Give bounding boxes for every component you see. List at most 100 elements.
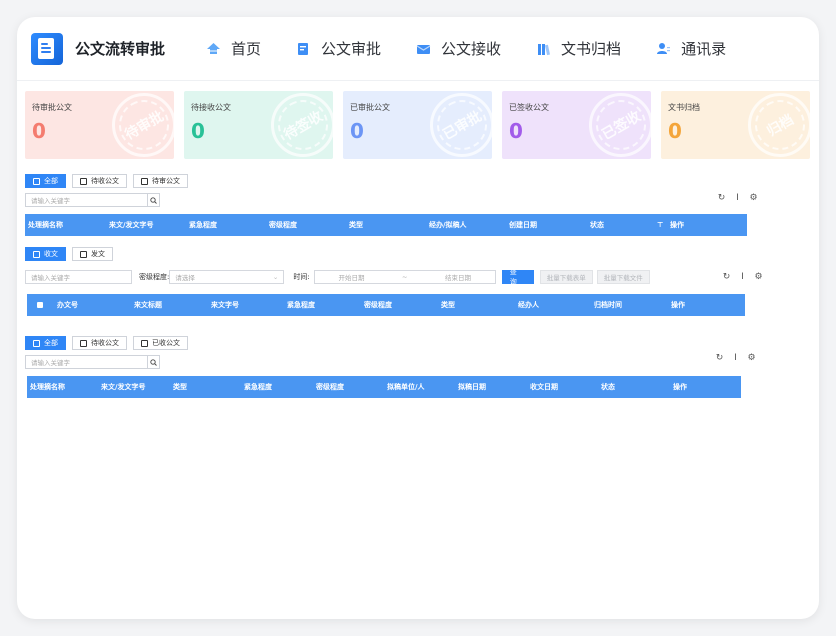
- stat-cards: 待审批公文 0 待审批 待接收公文 0 待签收 已审批公文 0 已审批 已签收公…: [25, 91, 811, 159]
- column-height-icon[interactable]: I: [738, 272, 747, 282]
- tab-pending-receive[interactable]: 待收公文: [72, 336, 127, 350]
- search-button[interactable]: [147, 355, 160, 369]
- refresh-icon[interactable]: ↻: [717, 193, 726, 203]
- filter-icon[interactable]: ⊤: [657, 221, 663, 229]
- column-header: 来文字号: [211, 301, 239, 309]
- keyword-input[interactable]: 请输入关键字: [25, 270, 132, 284]
- nav-archive[interactable]: 文书归档: [535, 38, 621, 59]
- tab-incoming[interactable]: 收文: [25, 247, 66, 261]
- batch-download-file-button[interactable]: 批量下载文件: [596, 270, 650, 284]
- document-icon: [295, 41, 311, 57]
- search-input[interactable]: 请输入关键字: [25, 193, 147, 207]
- contacts-icon: [655, 41, 671, 57]
- tab-all[interactable]: 全部: [25, 174, 66, 188]
- app-window: 公文流转审批 首页 公文审批 公文接收 文书归档 通讯录 待审批公文 0 待审批…: [17, 17, 819, 619]
- stat-card-signed[interactable]: 已签收公文 0 已签收: [502, 91, 651, 159]
- column-header: 收文日期: [530, 383, 558, 391]
- stat-card-archive[interactable]: 文书归档 0 归档: [661, 91, 810, 159]
- tab-icon: [33, 339, 40, 347]
- receive-section: 全部 待收公文 已收公文 请输入关键字 ↻ I ⚙ 处理摘名称 来文/发文字号 …: [25, 336, 811, 398]
- query-button[interactable]: 查 询: [501, 268, 534, 286]
- nav-label: 首页: [231, 40, 262, 58]
- nav-approval[interactable]: 公文审批: [295, 38, 381, 59]
- stat-card-pending-receive[interactable]: 待接收公文 0 待签收: [184, 91, 333, 159]
- column-header: 拟稿单位/人: [387, 383, 425, 391]
- column-header: 经办人: [518, 301, 539, 309]
- search-icon: [150, 358, 157, 366]
- column-header: 类型: [349, 221, 363, 229]
- search-icon: [150, 196, 157, 204]
- secret-level-label: 密级程度:: [139, 273, 170, 281]
- tab-icon: [80, 339, 87, 347]
- column-header: 密级程度: [364, 301, 392, 309]
- tab-received[interactable]: 已收公文: [133, 336, 188, 350]
- app-logo-icon: [31, 32, 63, 65]
- column-header: 办文号: [57, 301, 78, 309]
- inbox-icon: [415, 41, 431, 57]
- column-header: 紧急程度: [189, 221, 217, 229]
- approval-table-header: 处理摘名称 来文/发文字号 紧急程度 密级程度 类型 经办/拟稿人 创建日期 状…: [25, 214, 747, 236]
- settings-icon[interactable]: ⚙: [747, 353, 756, 363]
- column-header: 拟稿日期: [458, 383, 486, 391]
- stamp-icon: 待签收: [268, 91, 333, 159]
- tab-pending-approval[interactable]: 待审公文: [133, 174, 188, 188]
- column-header: 来文/发文字号: [101, 383, 146, 391]
- table-tools: ↻ I ⚙: [715, 272, 763, 282]
- table-tools: ↻ I ⚙: [710, 193, 758, 203]
- tab-icon: [80, 177, 87, 185]
- column-header: 密级程度: [269, 221, 297, 229]
- receive-search: 请输入关键字: [25, 355, 811, 369]
- column-header: 处理摘名称: [28, 221, 63, 229]
- secret-level-select[interactable]: 请选择 ⌄: [169, 270, 285, 284]
- tab-outgoing[interactable]: 发文: [72, 247, 113, 261]
- main-nav: 首页 公文审批 公文接收 文书归档 通讯录: [205, 38, 760, 59]
- archive-section: 收文 发文 请输入关键字 密级程度: 请选择 ⌄ 时间: 开始日期 ~ 结束日期…: [25, 247, 811, 316]
- column-header: 状态: [601, 383, 615, 391]
- nav-receive[interactable]: 公文接收: [415, 38, 501, 59]
- end-date: 结束日期: [444, 274, 471, 282]
- chevron-down-icon: ⌄: [272, 273, 279, 281]
- column-header: 归档时间: [594, 301, 622, 309]
- nav-home[interactable]: 首页: [205, 38, 261, 59]
- tab-icon: [33, 177, 40, 185]
- approval-section: 全部 待收公文 待审公文 请输入关键字 ↻ I ⚙ 处理摘名称 来文/发文字号 …: [25, 174, 811, 236]
- column-header: 处理摘名称: [30, 383, 65, 391]
- column-header: 类型: [173, 383, 187, 391]
- column-header: 密级程度: [316, 383, 344, 391]
- search-input[interactable]: 请输入关键字: [25, 355, 147, 369]
- column-header: 操作: [670, 221, 684, 229]
- column-height-icon[interactable]: I: [731, 353, 740, 363]
- column-header: 紧急程度: [244, 383, 272, 391]
- nav-contacts[interactable]: 通讯录: [655, 38, 726, 59]
- column-height-icon[interactable]: I: [733, 193, 742, 203]
- approval-search: 请输入关键字: [25, 193, 811, 207]
- search-button[interactable]: [147, 193, 160, 207]
- batch-download-form-button[interactable]: 批量下载表单: [539, 270, 593, 284]
- receive-tabs: 全部 待收公文 已收公文: [25, 336, 811, 350]
- stat-card-approved[interactable]: 已审批公文 0 已审批: [343, 91, 492, 159]
- refresh-icon[interactable]: ↻: [722, 272, 731, 282]
- column-header: 来文/发文字号: [109, 221, 154, 229]
- archive-filters: 请输入关键字 密级程度: 请选择 ⌄ 时间: 开始日期 ~ 结束日期 查 询 批…: [25, 268, 811, 286]
- settings-icon[interactable]: ⚙: [754, 272, 763, 282]
- refresh-icon[interactable]: ↻: [715, 353, 724, 363]
- archive-tabs: 收文 发文: [25, 247, 811, 261]
- stat-card-pending-approval[interactable]: 待审批公文 0 待审批: [25, 91, 174, 159]
- table-tools: ↻ I ⚙: [708, 353, 756, 363]
- tab-pending-receive[interactable]: 待收公文: [72, 174, 127, 188]
- nav-label: 文书归档: [561, 40, 622, 58]
- archive-table-header: 办文号 来文标题 来文字号 紧急程度 密级程度 类型 经办人 归档时间 操作: [27, 294, 745, 316]
- date-range-picker[interactable]: 开始日期 ~ 结束日期: [313, 270, 496, 284]
- stamp-icon: 已签收: [586, 91, 651, 159]
- column-header: 紧急程度: [287, 301, 315, 309]
- tab-icon: [80, 250, 87, 258]
- stamp-icon: 待审批: [109, 91, 174, 159]
- nav-label: 通讯录: [681, 40, 727, 58]
- nav-label: 公文接收: [441, 40, 502, 58]
- tab-all[interactable]: 全部: [25, 336, 66, 350]
- app-title: 公文流转审批: [75, 40, 166, 58]
- column-header: 经办/拟稿人: [429, 221, 467, 229]
- settings-icon[interactable]: ⚙: [749, 193, 758, 203]
- select-all-checkbox[interactable]: [37, 302, 43, 308]
- receive-table-header: 处理摘名称 来文/发文字号 类型 紧急程度 密级程度 拟稿单位/人 拟稿日期 收…: [27, 376, 741, 398]
